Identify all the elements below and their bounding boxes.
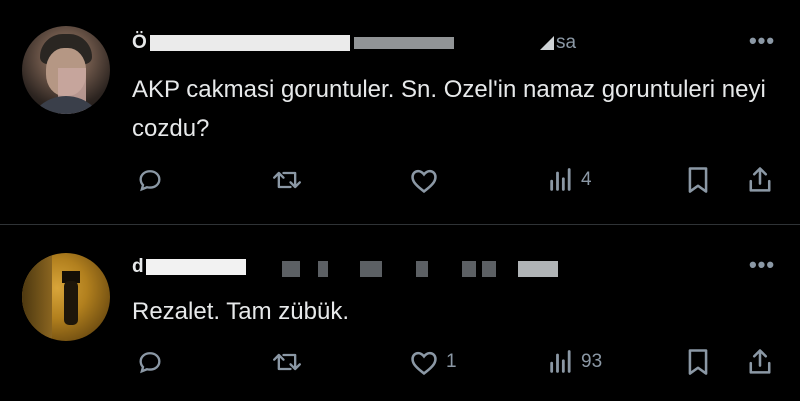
views-icon xyxy=(550,350,571,373)
like-count: 1 xyxy=(446,351,457,372)
redaction-block xyxy=(282,261,300,277)
like-button[interactable]: 1 xyxy=(408,347,457,377)
retweet-icon xyxy=(273,171,302,189)
redaction-block xyxy=(482,261,496,277)
redaction-block xyxy=(360,261,382,277)
tweet-header: d xyxy=(132,252,592,282)
redaction-block xyxy=(416,261,428,277)
avatar-shirt xyxy=(26,96,106,114)
handle-text: sa xyxy=(556,32,577,53)
like-icon xyxy=(411,351,437,376)
views-icon xyxy=(550,168,571,191)
tweet-text: AKP cakmasi goruntuler. Sn. Ozel'in nama… xyxy=(132,76,766,142)
share-icon xyxy=(749,349,771,374)
share-button[interactable] xyxy=(746,347,774,377)
reply-icon xyxy=(139,170,161,192)
display-name[interactable]: d xyxy=(132,256,144,278)
tweet-header: Ö sa xyxy=(132,28,592,58)
tweet-2[interactable]: d ••• Rezalet. Tam zübük. 1 93 xyxy=(0,226,800,401)
reply-button[interactable] xyxy=(136,165,170,195)
avatar-figure xyxy=(64,281,78,325)
avatar-wall xyxy=(22,253,52,341)
redaction-block xyxy=(150,35,350,51)
avatar[interactable] xyxy=(22,26,110,114)
views-count: 93 xyxy=(581,351,603,372)
views-count: 4 xyxy=(581,169,592,190)
lock-icon xyxy=(540,36,554,50)
tweet-1[interactable]: Ö sa ••• AKP cakmasi goruntuler. Sn. Oze… xyxy=(0,0,800,224)
bookmark-icon xyxy=(688,167,708,193)
more-options-button[interactable]: ••• xyxy=(738,254,786,277)
redaction-block xyxy=(146,259,246,275)
redaction-block xyxy=(318,261,328,277)
bookmark-button[interactable] xyxy=(684,347,712,377)
share-button[interactable] xyxy=(746,165,774,195)
views-button[interactable]: 93 xyxy=(547,347,602,377)
bookmark-icon xyxy=(688,349,708,375)
tweet-divider xyxy=(0,224,800,225)
avatar[interactable] xyxy=(22,253,110,341)
like-icon xyxy=(411,169,437,194)
retweet-button[interactable] xyxy=(270,165,310,195)
redaction-block xyxy=(518,261,558,277)
reply-icon xyxy=(139,352,161,374)
share-icon xyxy=(749,167,771,192)
views-button[interactable]: 4 xyxy=(547,165,592,195)
redaction-block xyxy=(462,261,476,277)
like-button[interactable] xyxy=(408,165,446,195)
retweet-button[interactable] xyxy=(270,347,310,377)
redaction-block xyxy=(354,37,454,49)
retweet-icon xyxy=(273,353,302,371)
bookmark-button[interactable] xyxy=(684,165,712,195)
tweet-text: Rezalet. Tam zübük. xyxy=(132,298,349,325)
reply-button[interactable] xyxy=(136,347,170,377)
more-options-button[interactable]: ••• xyxy=(738,30,786,53)
display-name[interactable]: Ö xyxy=(132,32,147,54)
